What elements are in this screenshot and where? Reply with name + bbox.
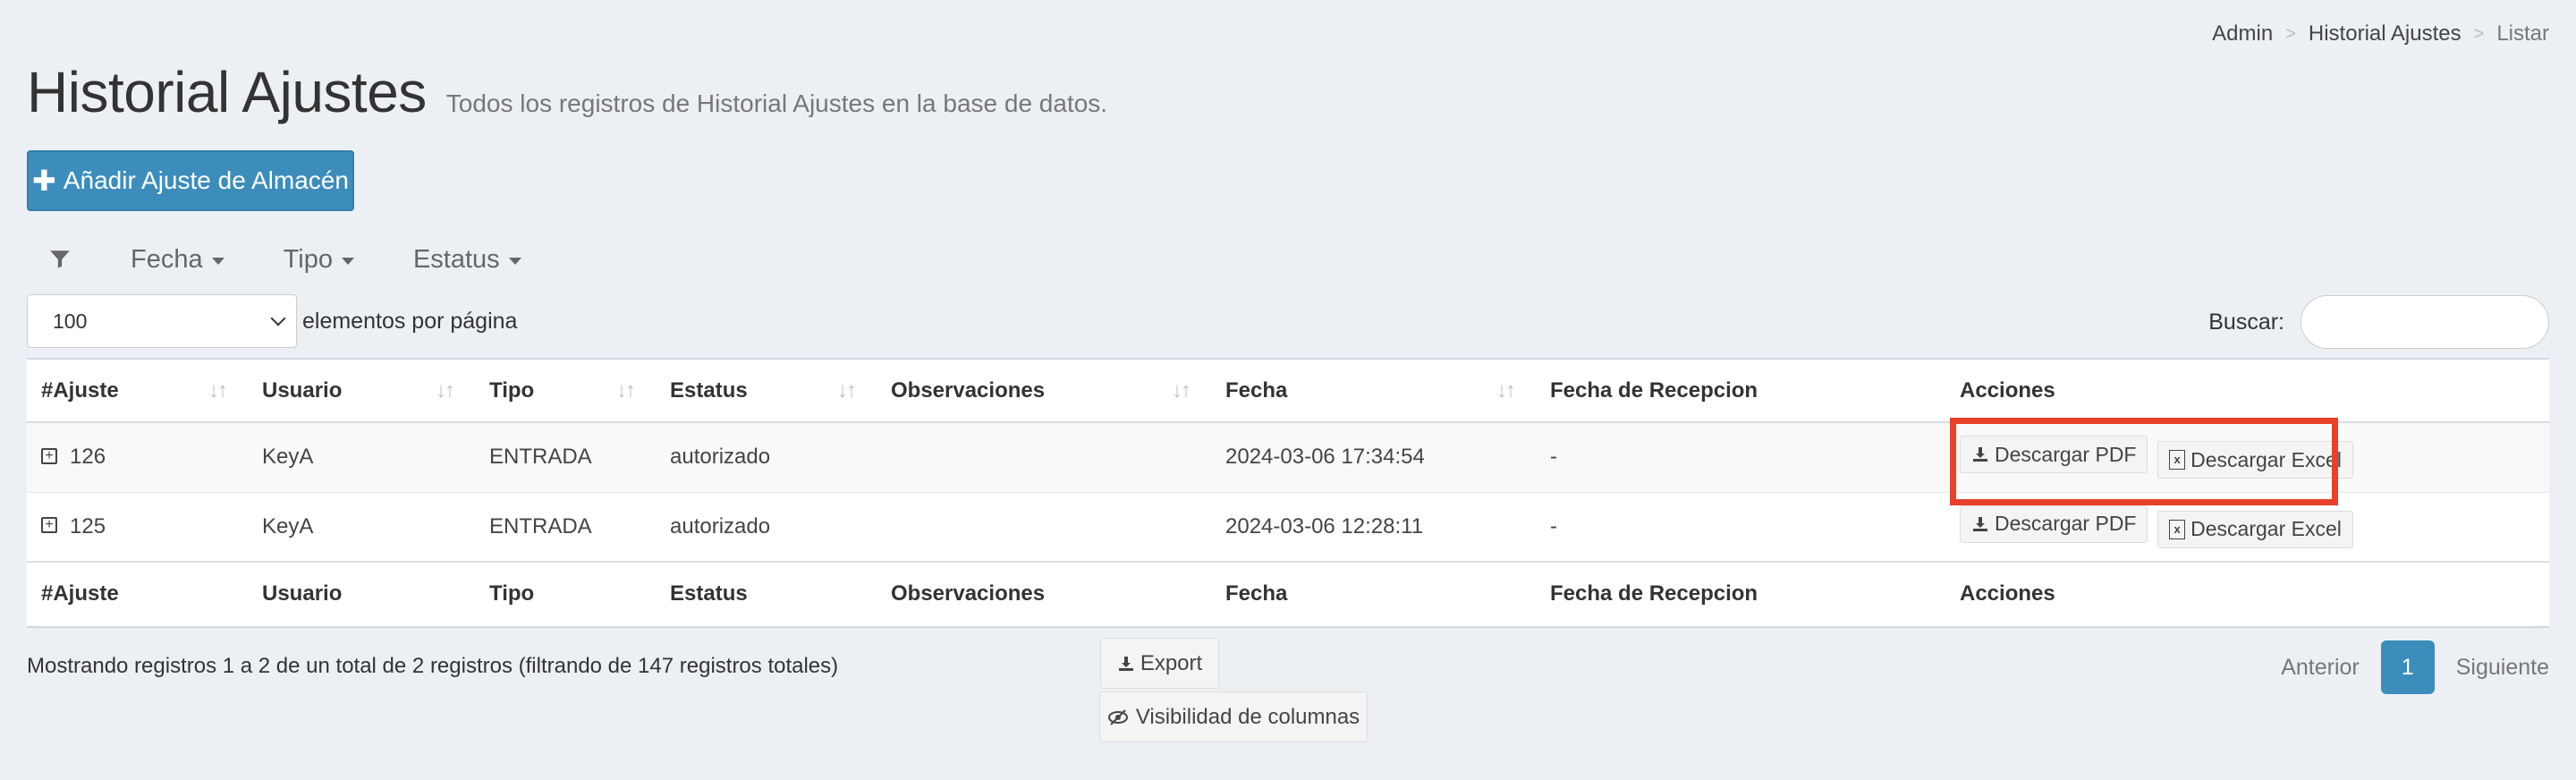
sort-icon: ↓↑ [208, 377, 228, 403]
sort-icon: ↓↑ [1172, 377, 1191, 403]
filter-estatus-label: Estatus [412, 244, 500, 274]
page-subtitle: Todos los registros de Historial Ajustes… [445, 89, 1108, 117]
download-excel-button[interactable]: x Descargar Excel [2157, 510, 2353, 548]
cell-estatus: autorizado [656, 491, 877, 562]
cell-acciones: Descargar PDF x Descargar Excel [1945, 421, 2549, 492]
footer-ajuste: #Ajuste [27, 561, 248, 624]
page-header: Historial Ajustes Todos los registros de… [27, 59, 1107, 125]
sort-icon: ↓↑ [1496, 377, 1516, 403]
excel-file-icon: x [2169, 519, 2186, 539]
column-visibility-button[interactable]: Visibilidad de columnas [1099, 691, 1368, 742]
cell-fecha: 2024-03-06 12:28:11 [1211, 491, 1536, 562]
chevron-down-icon [270, 310, 286, 326]
footer-estatus: Estatus [656, 561, 877, 624]
table-info: Mostrando registros 1 a 2 de un total de… [27, 654, 839, 678]
cell-ajuste: 126 [70, 445, 106, 470]
cell-fecha-recepcion: - [1536, 421, 1945, 492]
sort-icon: ↓↑ [436, 377, 455, 403]
cell-tipo: ENTRADA [475, 421, 656, 492]
pagination-previous[interactable]: Anterior [2281, 655, 2360, 681]
caret-down-icon [508, 258, 521, 265]
filter-estatus-dropdown[interactable]: Estatus [413, 245, 521, 275]
column-header-usuario[interactable]: Usuario ↓↑ [248, 360, 475, 423]
filter-bar: Fecha Tipo Estatus [48, 242, 580, 277]
cell-acciones: Descargar PDF x Descargar Excel [1945, 491, 2549, 562]
footer-fecha: Fecha [1211, 561, 1536, 624]
page-length-control: 100 elementos por página [27, 294, 517, 348]
adjustments-table: #Ajuste ↓↑ Usuario ↓↑ Tipo ↓↑ Estatus ↓↑ Obs… [27, 358, 2549, 628]
footer-usuario: Usuario [248, 561, 475, 624]
table-row: +126 KeyA ENTRADA autorizado 2024-03-06 … [27, 421, 2549, 492]
column-visibility-label: Visibilidad de columnas [1135, 704, 1360, 729]
filter-icon[interactable] [48, 248, 77, 271]
column-header-acciones: Acciones [1945, 360, 2549, 423]
search-input[interactable] [2301, 295, 2549, 349]
column-header-fecha[interactable]: Fecha ↓↑ [1211, 360, 1536, 423]
download-pdf-button[interactable]: Descargar PDF [1960, 436, 2148, 474]
breadcrumb-separator: > [2473, 23, 2485, 44]
filter-tipo-dropdown[interactable]: Tipo [284, 245, 354, 275]
sort-icon: ↓↑ [616, 377, 636, 403]
search-label: Buscar: [2208, 309, 2284, 335]
cell-usuario: KeyA [248, 491, 475, 562]
download-pdf-button[interactable]: Descargar PDF [1960, 504, 2148, 543]
page-length-value: 100 [53, 309, 88, 333]
table-row: +125 KeyA ENTRADA autorizado 2024-03-06 … [27, 491, 2549, 562]
expand-row-icon[interactable]: + [41, 447, 57, 464]
table-footer-row: #Ajuste Usuario Tipo Estatus Observacion… [27, 561, 2549, 624]
table-header-row: #Ajuste ↓↑ Usuario ↓↑ Tipo ↓↑ Estatus ↓↑ Obs… [27, 360, 2549, 423]
column-header-fecha-recepcion: Fecha de Recepcion [1536, 360, 1945, 423]
column-header-estatus[interactable]: Estatus ↓↑ [656, 360, 877, 423]
footer-tipo: Tipo [475, 561, 656, 624]
download-excel-button[interactable]: x Descargar Excel [2157, 441, 2353, 479]
pagination-page-current[interactable]: 1 [2380, 640, 2435, 694]
cell-estatus: autorizado [656, 421, 877, 492]
download-icon [1973, 447, 1987, 462]
column-header-ajuste[interactable]: #Ajuste ↓↑ [27, 360, 248, 423]
download-icon [1118, 656, 1133, 671]
cell-tipo: ENTRADA [475, 491, 656, 562]
cell-observaciones [877, 491, 1211, 562]
cell-observaciones [877, 421, 1211, 492]
export-button[interactable]: Export [1100, 638, 1219, 689]
page-title: Historial Ajustes [27, 60, 427, 124]
breadcrumb-item-admin[interactable]: Admin [2212, 21, 2273, 47]
filter-fecha-label: Fecha [131, 244, 203, 274]
breadcrumb: Admin > Historial Ajustes > Listar [2212, 21, 2549, 47]
column-header-tipo[interactable]: Tipo ↓↑ [475, 360, 656, 423]
add-adjustment-button[interactable]: ✚ Añadir Ajuste de Almacén [27, 150, 354, 211]
cell-fecha-recepcion: - [1536, 491, 1945, 562]
download-icon [1973, 516, 1987, 531]
breadcrumb-item-historial[interactable]: Historial Ajustes [2309, 21, 2462, 47]
breadcrumb-item-current: Listar [2496, 21, 2549, 46]
export-label: Export [1140, 650, 1203, 675]
caret-down-icon [211, 258, 225, 265]
eye-slash-icon [1107, 708, 1128, 725]
filter-fecha-dropdown[interactable]: Fecha [131, 245, 225, 275]
pagination-next[interactable]: Siguiente [2456, 655, 2549, 681]
excel-file-icon: x [2169, 450, 2186, 471]
filter-tipo-label: Tipo [283, 244, 333, 274]
search-control: Buscar: [2208, 295, 2549, 349]
column-header-observaciones[interactable]: Observaciones ↓↑ [877, 360, 1211, 423]
footer-acciones: Acciones [1945, 561, 2549, 624]
footer-observaciones: Observaciones [877, 561, 1211, 624]
caret-down-icon [341, 258, 354, 265]
sort-icon: ↓↑ [837, 377, 857, 403]
pagination: Anterior 1 Siguiente [2281, 640, 2549, 694]
page-length-select[interactable]: 100 [27, 294, 297, 348]
cell-ajuste: 125 [70, 513, 106, 538]
breadcrumb-separator: > [2285, 23, 2296, 44]
add-adjustment-label: Añadir Ajuste de Almacén [63, 166, 349, 194]
cell-usuario: KeyA [248, 421, 475, 492]
expand-row-icon[interactable]: + [41, 517, 57, 534]
page-length-label: elementos por página [302, 308, 518, 334]
footer-fecha-recepcion: Fecha de Recepcion [1536, 561, 1945, 624]
cell-fecha: 2024-03-06 17:34:54 [1211, 421, 1536, 492]
plus-icon: ✚ [32, 165, 56, 197]
